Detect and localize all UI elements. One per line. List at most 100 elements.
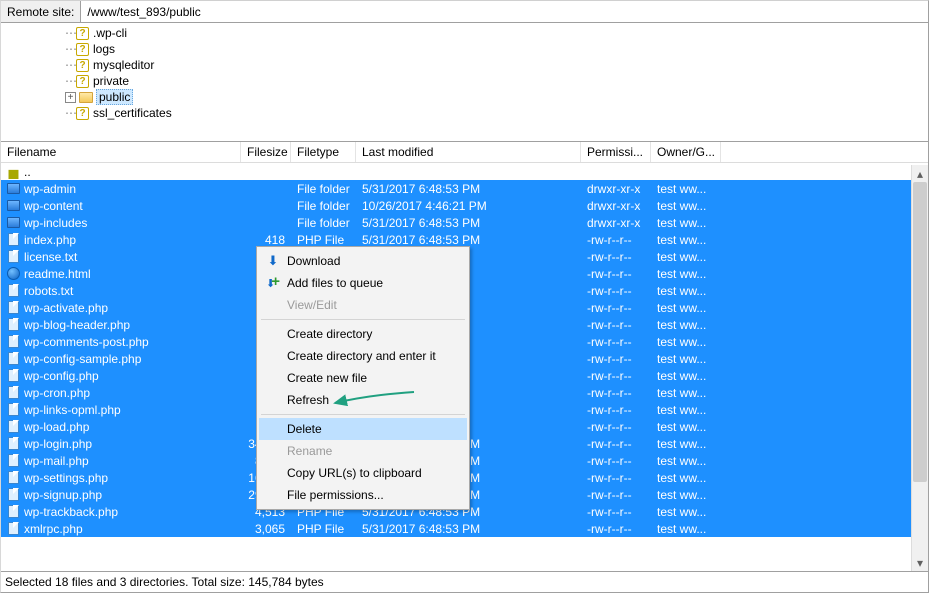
ctx-new-file[interactable]: Create new file [259,367,467,389]
ctx-copy-url-label: Copy URL(s) to clipboard [287,466,422,480]
remote-tree[interactable]: ⋯?.wp-cli⋯?logs⋯?mysqleditor⋯?private+pu… [1,23,928,141]
scroll-down-button[interactable]: ▾ [912,554,928,571]
file-owner: test ww... [651,199,721,213]
ctx-file-permissions[interactable]: File permissions... [259,484,467,506]
tree-connector-icon: ⋯ [65,106,75,120]
tree-item[interactable]: ⋯?private [5,73,924,89]
file-permissions: -rw-r--r-- [581,488,651,502]
file-size: 3,065 [241,522,291,536]
file-permissions: -rw-r--r-- [581,420,651,434]
ctx-download-label: Download [287,254,340,268]
tree-item[interactable]: ⋯?ssl_certificates [5,105,924,121]
file-icon [8,233,19,246]
tree-item-label: ssl_certificates [93,106,172,120]
scroll-up-button[interactable]: ▴ [912,165,928,182]
parent-dir-row[interactable]: ▅.. [1,163,928,180]
ctx-delete[interactable]: Delete [259,418,467,440]
file-row[interactable]: xmlrpc.php3,065PHP File5/31/2017 6:48:53… [1,520,928,537]
ctx-create-dir-enter[interactable]: Create directory and enter it [259,345,467,367]
ctx-add-queue-label: Add files to queue [287,276,383,290]
file-name: wp-trackback.php [24,505,118,519]
file-owner: test ww... [651,335,721,349]
file-list-header[interactable]: Filename Filesize Filetype Last modified… [1,141,928,163]
file-permissions: drwxr-xr-x [581,216,651,230]
download-icon: ⬇ [265,253,281,269]
file-icon [8,437,19,450]
file-icon [8,403,19,416]
file-name: robots.txt [24,284,73,298]
col-filename[interactable]: Filename [1,142,241,162]
add-queue-icon: ⬇+ [265,277,281,290]
ctx-download[interactable]: ⬇ Download [259,250,467,272]
folder-icon [7,200,20,211]
file-permissions: drwxr-xr-x [581,182,651,196]
file-icon [8,352,19,365]
file-owner: test ww... [651,318,721,332]
file-owner: test ww... [651,250,721,264]
file-permissions: -rw-r--r-- [581,505,651,519]
file-owner: test ww... [651,471,721,485]
context-menu: ⬇ Download ⬇+ Add files to queue View/Ed… [256,246,470,510]
ctx-delete-label: Delete [287,422,322,436]
file-permissions: -rw-r--r-- [581,233,651,247]
tree-item[interactable]: ⋯?.wp-cli [5,25,924,41]
col-lastmod[interactable]: Last modified [356,142,581,162]
unknown-icon: ? [75,27,90,40]
remote-site-path-input[interactable] [81,1,928,22]
file-name: index.php [24,233,76,247]
file-permissions: drwxr-xr-x [581,199,651,213]
file-modified: 5/31/2017 6:48:53 PM [356,182,581,196]
ctx-separator [261,414,465,415]
file-name: wp-login.php [24,437,92,451]
file-name: wp-cron.php [24,386,90,400]
tree-item[interactable]: ⋯?logs [5,41,924,57]
file-owner: test ww... [651,437,721,451]
unknown-icon: ? [75,107,90,120]
ctx-rename: Rename [259,440,467,462]
vertical-scrollbar[interactable]: ▴ ▾ [911,165,928,571]
file-permissions: -rw-r--r-- [581,284,651,298]
folder-icon [7,217,20,228]
folder-icon [78,91,93,103]
tree-connector-icon: ⋯ [65,74,75,88]
file-row[interactable]: wp-adminFile folder5/31/2017 6:48:53 PMd… [1,180,928,197]
folder-icon [7,183,20,194]
ctx-refresh[interactable]: Refresh [259,389,467,411]
file-owner: test ww... [651,386,721,400]
file-icon [8,505,19,518]
ctx-create-dir[interactable]: Create directory [259,323,467,345]
file-permissions: -rw-r--r-- [581,471,651,485]
file-row[interactable]: wp-contentFile folder10/26/2017 4:46:21 … [1,197,928,214]
scroll-thumb[interactable] [913,182,927,482]
col-filesize[interactable]: Filesize [241,142,291,162]
file-owner: test ww... [651,488,721,502]
file-owner: test ww... [651,454,721,468]
file-owner: test ww... [651,369,721,383]
file-owner: test ww... [651,522,721,536]
file-name: wp-comments-post.php [24,335,149,349]
tree-item-label: mysqleditor [93,58,154,72]
ctx-copy-url[interactable]: Copy URL(s) to clipboard [259,462,467,484]
file-name: wp-activate.php [24,301,108,315]
globe-icon [7,267,20,280]
ctx-add-queue[interactable]: ⬇+ Add files to queue [259,272,467,294]
file-permissions: -rw-r--r-- [581,250,651,264]
ctx-create-dir-enter-label: Create directory and enter it [287,349,436,363]
parent-dir-label: .. [24,165,31,179]
file-name: wp-config.php [24,369,99,383]
file-owner: test ww... [651,267,721,281]
file-owner: test ww... [651,505,721,519]
col-owner[interactable]: Owner/G... [651,142,721,162]
tree-item[interactable]: ⋯?mysqleditor [5,57,924,73]
file-row[interactable]: wp-includesFile folder5/31/2017 6:48:53 … [1,214,928,231]
file-owner: test ww... [651,420,721,434]
file-owner: test ww... [651,403,721,417]
col-permissions[interactable]: Permissi... [581,142,651,162]
tree-expander-icon[interactable]: + [65,92,76,103]
tree-item-label: private [93,74,129,88]
file-owner: test ww... [651,233,721,247]
col-filetype[interactable]: Filetype [291,142,356,162]
file-permissions: -rw-r--r-- [581,369,651,383]
tree-item[interactable]: +public [5,89,924,105]
file-icon [8,318,19,331]
